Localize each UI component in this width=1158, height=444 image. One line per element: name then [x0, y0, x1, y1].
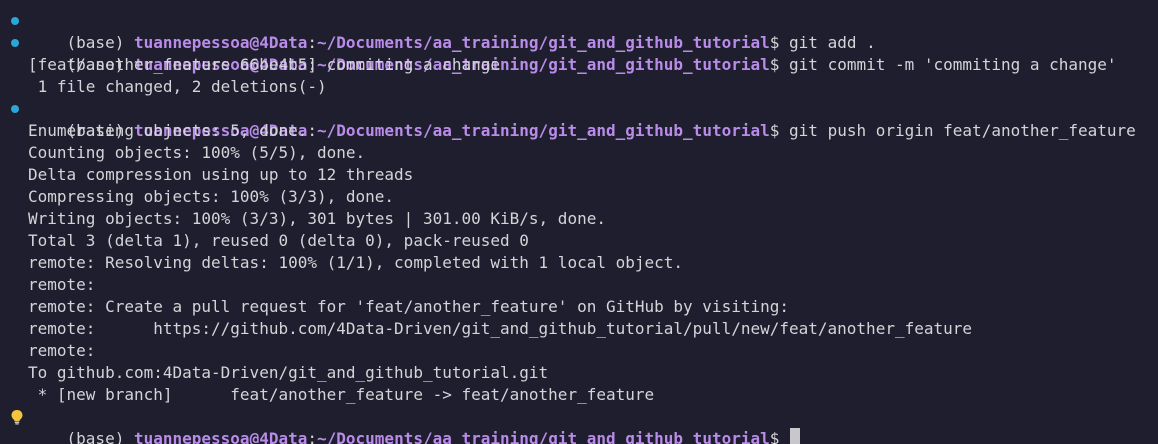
command-status-decoration[interactable] — [10, 98, 24, 120]
output-line: Total 3 (delta 1), reused 0 (delta 0), p… — [28, 231, 529, 250]
output-line: remote: Create a pull request for 'feat/… — [28, 297, 789, 316]
output-line: Delta compression using up to 12 threads — [28, 165, 414, 184]
output-line: remote: Resolving deltas: 100% (1/1), co… — [28, 253, 684, 272]
prompt-env: (base) — [66, 429, 125, 444]
output-line: Writing objects: 100% (3/3), 301 bytes |… — [28, 209, 606, 228]
output-line: remote: — [28, 275, 96, 294]
output-line: Enumerating objects: 5, done. — [28, 121, 308, 140]
prompt-line-current: (base) tuannepessoa@4Data:~/Documents/aa… — [0, 406, 1158, 444]
terminal-window[interactable]: (base) tuannepessoa@4Data:~/Documents/aa… — [0, 0, 1158, 444]
output-line: [feat/another_feature 66be4b5] commiting… — [28, 55, 501, 74]
success-dot-icon[interactable] — [11, 39, 19, 47]
prompt-user-host: tuannepessoa@4Data — [133, 429, 308, 444]
command-status-decoration[interactable] — [10, 10, 24, 32]
output-line: 1 file changed, 2 deletions(-) — [28, 77, 327, 96]
command-hint-decoration[interactable] — [10, 406, 24, 428]
prompt-line: (base) tuannepessoa@4Data:~/Documents/aa… — [0, 32, 1158, 74]
prompt-line: (base) tuannepessoa@4Data:~/Documents/aa… — [0, 98, 1158, 140]
block-cursor[interactable] — [790, 428, 801, 444]
output-line: * [new branch] feat/another_feature -> f… — [28, 385, 655, 404]
lightbulb-icon[interactable] — [10, 409, 24, 425]
output-line: remote: — [28, 341, 96, 360]
prompt-path: ~/Documents/aa_training/git_and_github_t… — [317, 429, 770, 444]
output-line: Counting objects: 100% (5/5), done. — [28, 143, 366, 162]
command-status-decoration[interactable] — [10, 32, 24, 54]
prompt-symbol: $ — [769, 429, 780, 444]
output-line: Compressing objects: 100% (3/3), done. — [28, 187, 395, 206]
prompt-line: (base) tuannepessoa@4Data:~/Documents/aa… — [0, 10, 1158, 52]
success-dot-icon[interactable] — [11, 105, 19, 113]
prompt-colon: : — [307, 429, 317, 444]
output-line-pull-request-url[interactable]: remote: https://github.com/4Data-Driven/… — [0, 318, 1158, 340]
output-line: To github.com:4Data-Driven/git_and_githu… — [28, 363, 549, 382]
success-dot-icon[interactable] — [11, 17, 19, 25]
